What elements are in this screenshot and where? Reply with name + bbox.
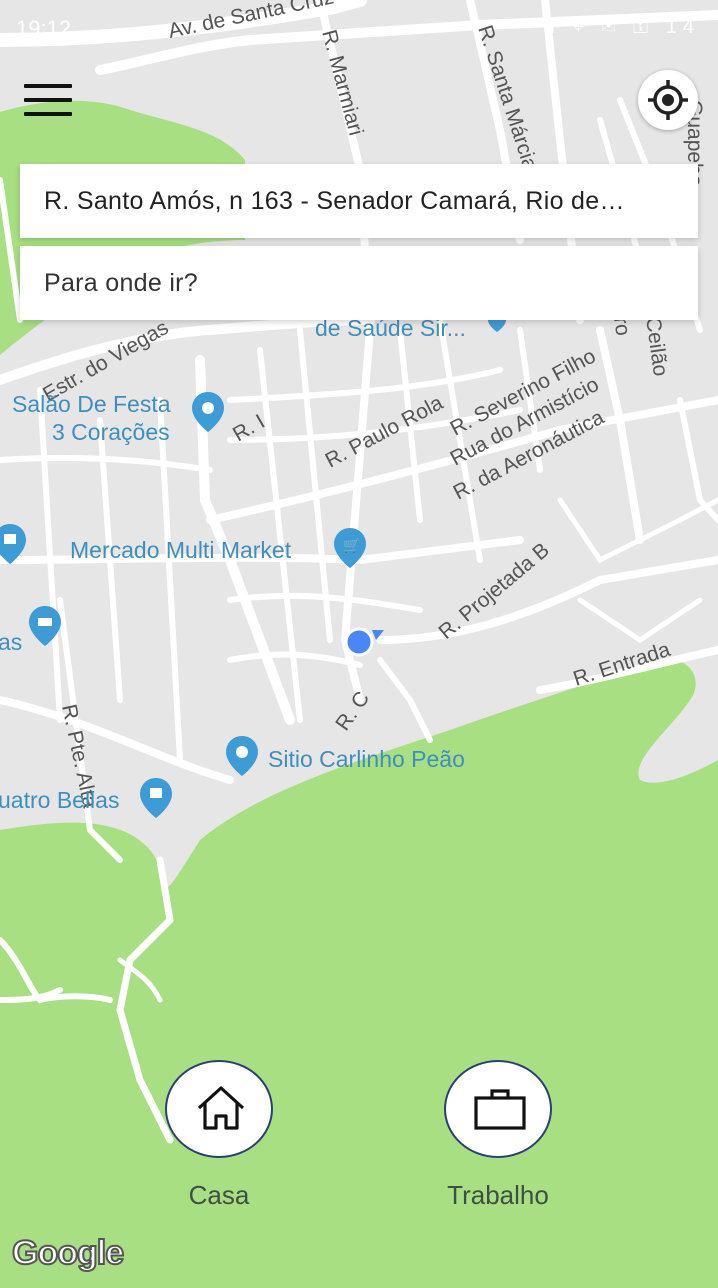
poi-label: uatro Bellas	[0, 787, 119, 813]
menu-icon-bar	[24, 112, 72, 116]
briefcase-icon	[474, 1089, 526, 1130]
poi-label: 3 Corações	[52, 419, 170, 445]
crosshair-icon	[648, 80, 688, 120]
status-icons: f ⌖ ✉ ⚿ 14	[549, 16, 700, 38]
my-location-button[interactable]	[638, 70, 698, 130]
home-shortcut-label: Casa	[188, 1180, 250, 1210]
status-bar: 19:12 f ⌖ ✉ ⚿ 14	[0, 0, 718, 56]
house-icon	[197, 1086, 245, 1130]
work-shortcut-label: Trabalho	[447, 1180, 549, 1210]
destination-field[interactable]: Para onde ir?	[20, 246, 698, 320]
status-time: 19:12	[16, 16, 72, 41]
poi-label: Mercado Multi Market	[70, 537, 292, 563]
poi-label: as	[0, 629, 22, 655]
work-shortcut-button[interactable]	[444, 1060, 552, 1158]
google-attribution-logo: Google	[11, 1233, 125, 1273]
poi-label: Sitio Carlinho Peão	[268, 746, 465, 772]
home-shortcut-button[interactable]	[165, 1060, 273, 1158]
menu-icon-bar	[24, 84, 72, 88]
svg-text:🛒: 🛒	[343, 537, 360, 554]
origin-field[interactable]: R. Santo Amós, n 163 - Senador Camará, R…	[20, 164, 698, 238]
menu-icon[interactable]	[20, 82, 80, 120]
poi-label: Salão De Festa	[12, 391, 171, 417]
menu-icon-bar	[24, 98, 72, 102]
